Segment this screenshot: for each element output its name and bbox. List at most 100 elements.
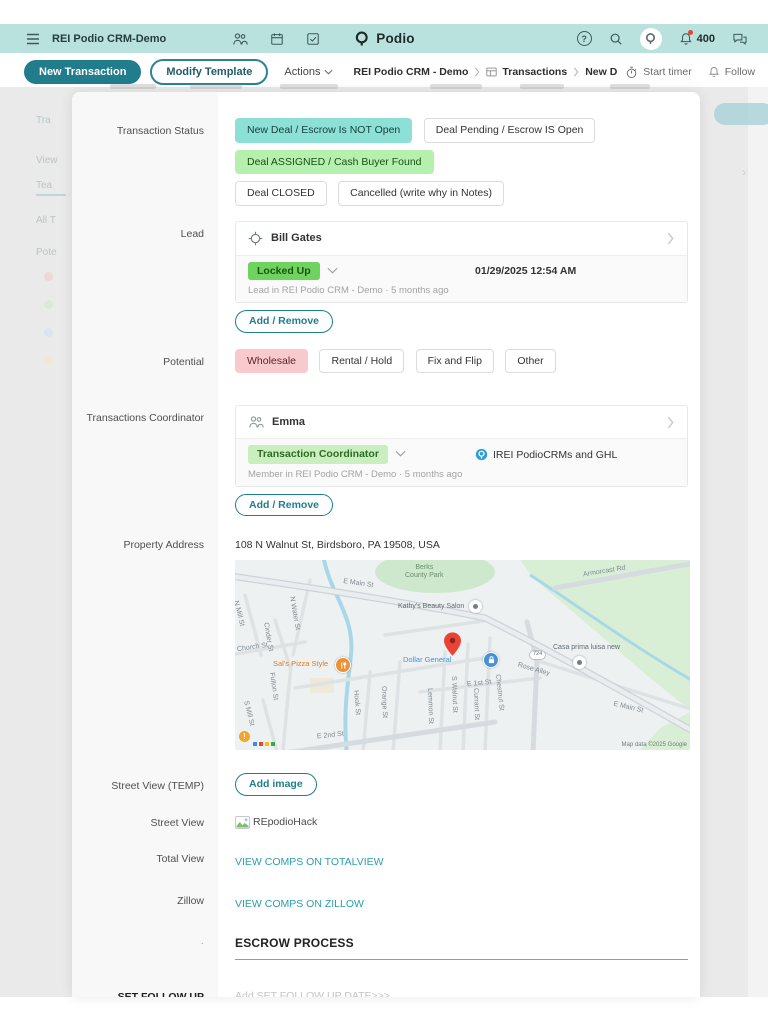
modify-template-button[interactable]: Modify Template (150, 59, 269, 85)
potential-option-rental[interactable]: Rental / Hold (319, 348, 405, 374)
actions-dropdown[interactable]: Actions (284, 66, 333, 78)
coordinator-card[interactable]: Emma Transaction Coordinator IREI PodioC… (235, 405, 688, 487)
navbar-app-icons (232, 32, 320, 46)
dimmed-sidebar-item: All T (36, 215, 56, 226)
dimmed-bg-fragment (280, 84, 338, 89)
street-view-alt-text: REpodioHack (253, 816, 318, 829)
map-label-poi: Kathy's Beauty Salon (398, 603, 465, 611)
map-route-badge: 724 (529, 650, 547, 660)
potential-option-fix-flip[interactable]: Fix and Flip (415, 348, 494, 374)
dimmed-status-dot (44, 328, 53, 337)
breadcrumb-app[interactable]: Transactions (502, 66, 567, 78)
map-red-pin[interactable] (444, 632, 461, 656)
row-transaction-status: Transaction Status New Deal / Escrow Is … (72, 118, 700, 213)
potential-option-wholesale[interactable]: Wholesale (235, 348, 309, 374)
dimmed-sidebar-item: Tra (36, 115, 51, 126)
map-canvas (235, 560, 690, 751)
lead-card[interactable]: Bill Gates Locked Up 01/29/2025 12:54 AM… (235, 220, 688, 303)
chevron-right-icon (572, 67, 580, 77)
field-label: Lead (180, 227, 204, 240)
dimmed-bg-fragment (430, 84, 482, 89)
podio-org-icon (475, 448, 488, 461)
row-coordinator: Transactions Coordinator Emma Transactio… (72, 405, 700, 517)
help-icon[interactable]: ? (576, 31, 592, 46)
totalview-comps-link[interactable]: VIEW COMPS ON TOTALVIEW (235, 856, 384, 868)
podio-logo-text: Podio (376, 31, 415, 46)
dimmed-sidebar-item: Tea (36, 180, 53, 191)
field-label: Zillow (177, 894, 204, 907)
start-timer-label: Start timer (643, 66, 692, 78)
row-total-view: Total View VIEW COMPS ON TOTALVIEW (72, 852, 700, 870)
property-map[interactable]: Berks County Park E Main St Armorcast Rd… (235, 560, 690, 751)
notification-dot (687, 29, 693, 35)
map-label-poi: Dollar General (403, 655, 452, 665)
new-transaction-button[interactable]: New Transaction (24, 60, 142, 84)
timer-icon (627, 66, 637, 78)
lead-status-badge[interactable]: Locked Up (248, 261, 320, 280)
workspace-title[interactable]: REI Podio CRM-Demo (52, 33, 166, 45)
notifications-bell[interactable]: 400 (679, 29, 715, 46)
breadcrumb-item: New D (585, 66, 618, 78)
start-timer-button[interactable]: Start timer (625, 66, 692, 79)
field-label: Potential (163, 355, 204, 368)
people-icon (249, 416, 264, 428)
coordinator-add-remove-button[interactable]: Add / Remove (235, 493, 334, 517)
status-option-deal-pending[interactable]: Deal Pending / Escrow IS Open (423, 118, 596, 143)
dimmed-status-dot (44, 272, 53, 281)
street-view-broken-image[interactable]: REpodioHack (235, 815, 688, 829)
app-grid-icon (486, 67, 498, 77)
lead-target-icon (248, 231, 263, 245)
calendar-icon[interactable] (270, 32, 284, 46)
chevron-down-icon[interactable] (395, 450, 406, 458)
user-avatar[interactable] (639, 27, 662, 50)
chevron-down-icon[interactable] (327, 267, 338, 275)
chat-icon[interactable] (732, 32, 748, 46)
dimmed-sidebar-item: Pote (36, 247, 57, 258)
status-option-deal-assigned[interactable]: Deal ASSIGNED / Cash Buyer Found (235, 149, 434, 174)
hamburger-menu-icon[interactable] (26, 33, 40, 45)
dimmed-bg-fragment (610, 84, 650, 89)
property-address-value: 108 N Walnut St, Birdsboro, PA 19508, US… (235, 539, 440, 552)
follow-label: Follow (724, 66, 756, 78)
zillow-comps-link[interactable]: VIEW COMPS ON ZILLOW (235, 898, 364, 910)
follow-up-date-input[interactable]: Add SET FOLLOW UP DATE>>>... (235, 990, 688, 997)
scrollbar-track[interactable] (748, 87, 768, 997)
chevron-right-icon (473, 67, 481, 77)
map-label-poi: Casa prima luisa new (553, 644, 620, 652)
chevron-down-icon (324, 69, 333, 75)
chevron-right-icon[interactable] (666, 232, 675, 245)
map-label-road: Lemmon St (426, 688, 435, 725)
contacts-icon[interactable] (232, 32, 249, 46)
navbar-left: REI Podio CRM-Demo (0, 32, 320, 46)
status-option-new-deal[interactable]: New Deal / Escrow Is NOT Open (235, 118, 413, 143)
map-label-park: Berks County Park (405, 564, 444, 580)
field-label: Street View (150, 816, 205, 829)
coordinator-name: Emma (272, 416, 306, 429)
add-image-button[interactable]: Add image (235, 773, 317, 796)
modal-overlay: Tra View Tea All T Pote › Transaction St… (0, 84, 768, 997)
tasks-icon[interactable] (306, 32, 320, 46)
status-option-deal-closed[interactable]: Deal CLOSED (235, 181, 327, 206)
top-navbar: REI Podio CRM-Demo Podio ? 400 (0, 24, 768, 53)
map-label-road: Orange St (380, 686, 389, 719)
notification-count: 400 (696, 32, 715, 45)
chevron-right-icon[interactable] (666, 416, 675, 429)
lead-meta: Lead in REI Podio CRM - Demo · 5 months … (248, 285, 449, 296)
field-label: Street View (TEMP) (111, 780, 204, 793)
search-icon[interactable] (609, 32, 623, 46)
follow-button[interactable]: Follow (708, 66, 755, 78)
potential-option-other[interactable]: Other (505, 348, 556, 374)
map-label-road: Currant St (472, 688, 481, 721)
lead-add-remove-button[interactable]: Add / Remove (235, 310, 334, 333)
breadcrumb-workspace[interactable]: REI Podio CRM - Demo (353, 66, 468, 78)
lead-datetime: 01/29/2025 12:54 AM (475, 264, 577, 277)
podio-logo[interactable]: Podio (353, 30, 415, 47)
field-label: SET FOLLOW UP DATE>>> (117, 990, 204, 997)
dimmed-pill-button (714, 103, 768, 125)
dimmed-sidebar-item: View (36, 155, 58, 166)
dimmed-sidebar-underline (36, 194, 66, 196)
status-option-cancelled[interactable]: Cancelled (write why in Notes) (338, 181, 504, 206)
map-label-road: S Walnut St (450, 676, 459, 714)
field-label: Property Address (123, 539, 204, 552)
coordinator-role-badge[interactable]: Transaction Coordinator (248, 445, 388, 464)
